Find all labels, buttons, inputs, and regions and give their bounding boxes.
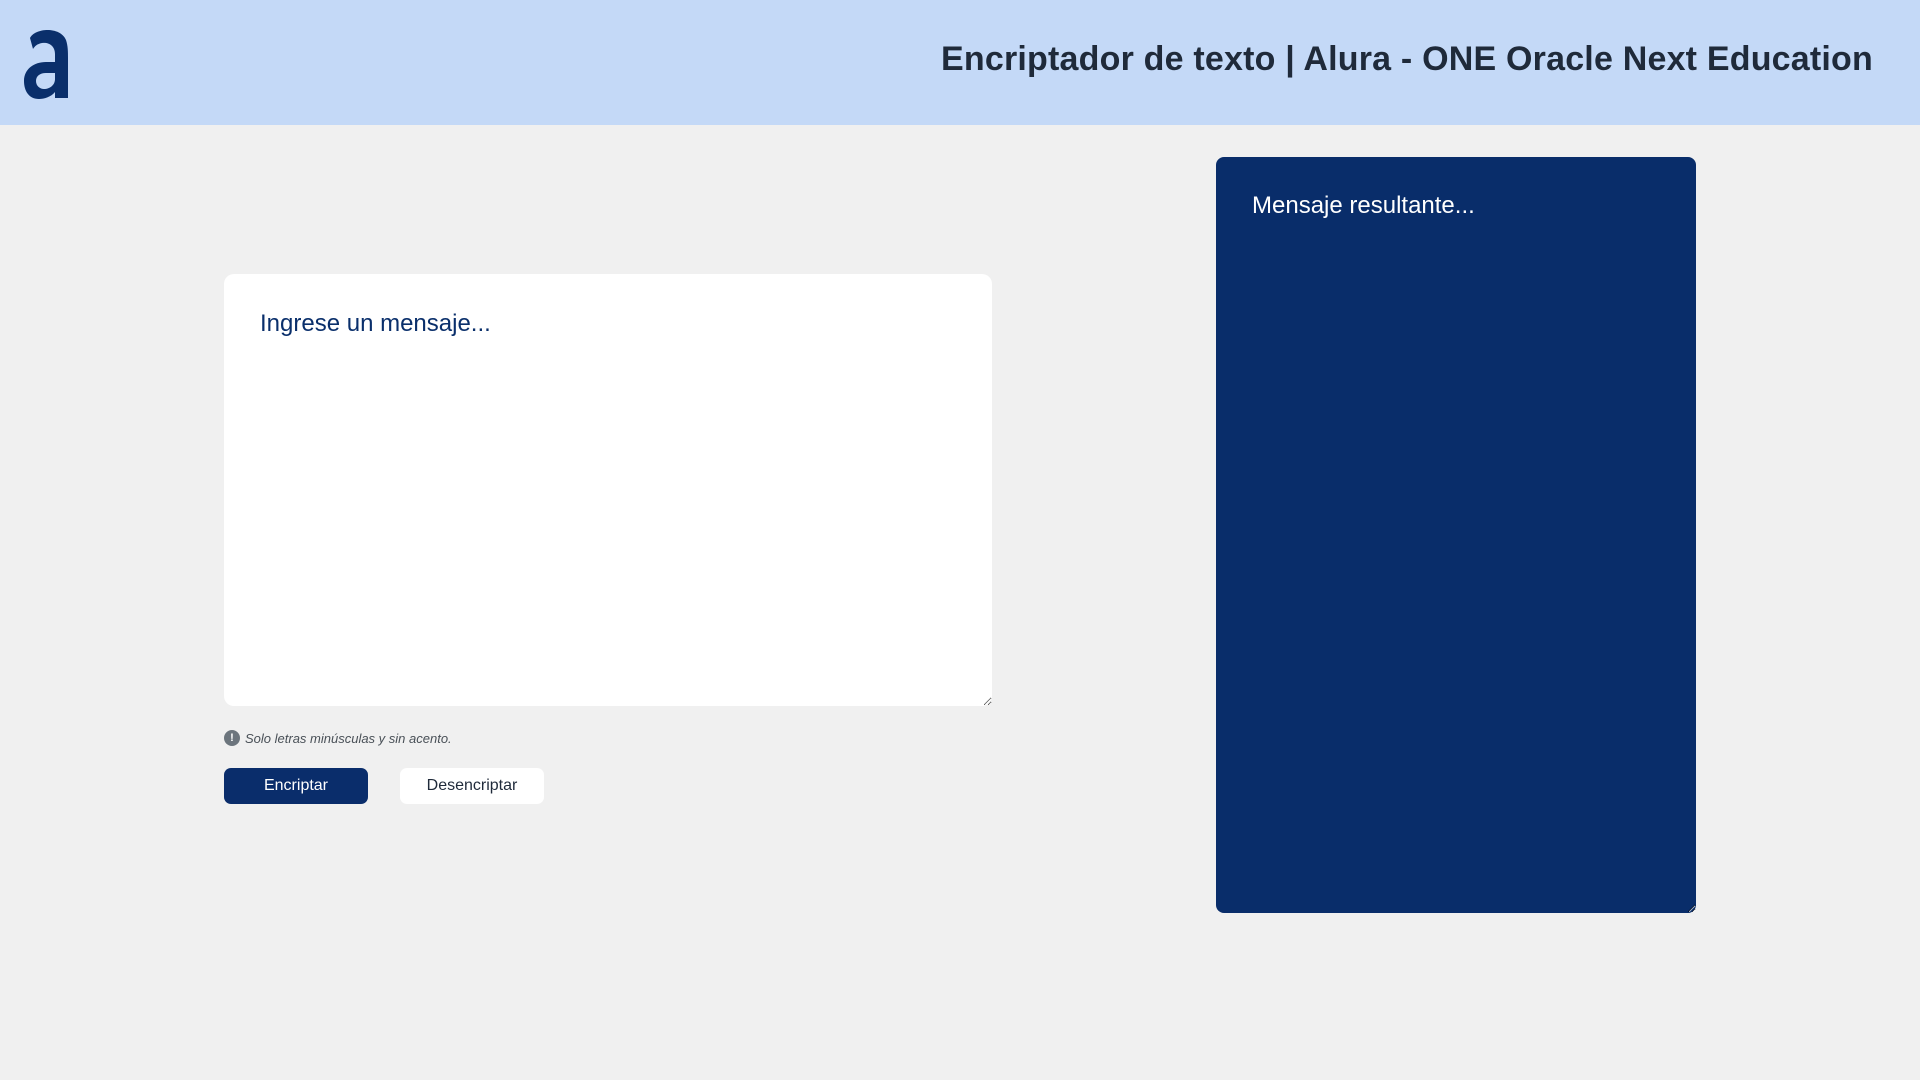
decrypt-button[interactable]: Desencriptar: [400, 768, 544, 804]
encrypt-button[interactable]: Encriptar: [224, 768, 368, 804]
result-output[interactable]: [1216, 157, 1696, 913]
app-header: Encriptador de texto | Alura - ONE Oracl…: [0, 0, 1920, 125]
message-input[interactable]: [224, 274, 992, 706]
message-input-card: [224, 274, 992, 706]
page-title: Encriptador de texto | Alura - ONE Oracl…: [941, 40, 1873, 78]
exclamation-circle-icon: !: [224, 729, 240, 746]
result-panel: [1216, 157, 1696, 913]
input-hint: ! Solo letras minúsculas y sin acento.: [224, 729, 452, 746]
alura-logo-icon[interactable]: [22, 24, 72, 100]
hint-text: Solo letras minúsculas y sin acento.: [245, 731, 452, 746]
